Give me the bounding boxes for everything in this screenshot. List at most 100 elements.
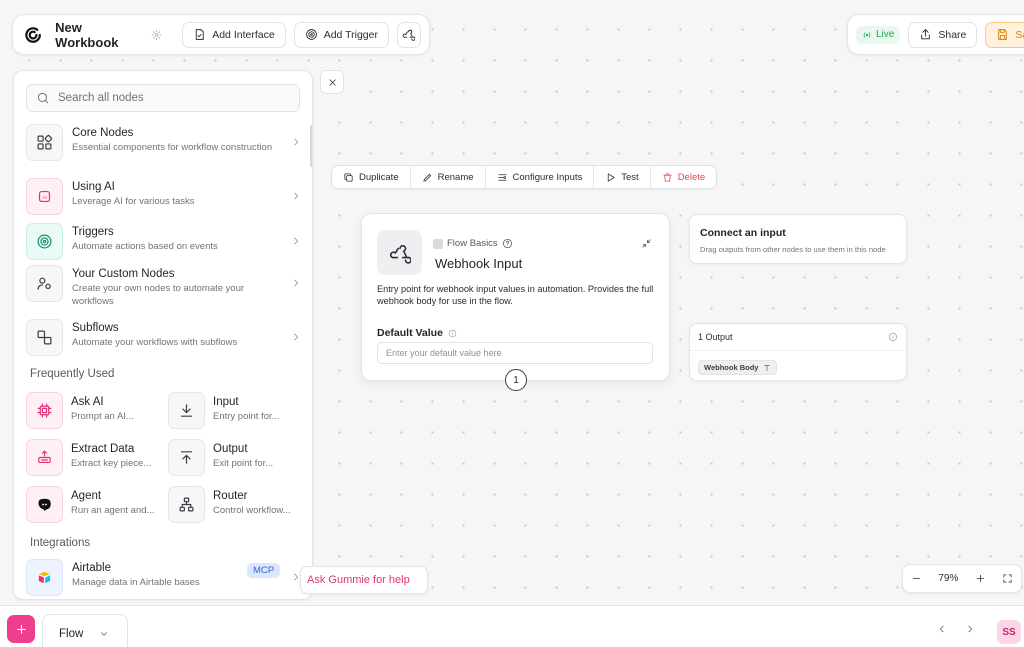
webhook-button[interactable] bbox=[396, 21, 421, 48]
node-toolbar: Duplicate Rename Configure Inputs Test D… bbox=[331, 165, 718, 189]
user-nodes-icon bbox=[26, 265, 63, 302]
live-signal-icon bbox=[863, 32, 871, 37]
node-agent[interactable]: Agent Run an agent and... bbox=[26, 486, 161, 523]
add-tab-button[interactable] bbox=[7, 615, 35, 643]
configure-inputs-label: Configure Inputs bbox=[512, 171, 583, 183]
delete-label: Delete bbox=[677, 171, 706, 183]
ask-gummie-button[interactable]: Ask Gummie for help bbox=[300, 566, 428, 594]
chevron-down-icon[interactable] bbox=[99, 629, 109, 639]
connect-input-card[interactable]: Connect an input Drag outputs from other… bbox=[689, 214, 907, 264]
fullscreen-icon[interactable] bbox=[1002, 573, 1013, 584]
workbook-header: New Workbook Add Interface Add Trigger bbox=[12, 14, 430, 55]
agent-icon bbox=[26, 486, 63, 523]
webhook-input-node[interactable]: Flow Basics Webhook Input Entry point fo… bbox=[361, 213, 670, 381]
add-trigger-button[interactable]: Add Trigger bbox=[293, 21, 389, 48]
category-triggers[interactable]: Triggers Automate actions based on events bbox=[26, 223, 301, 260]
test-button[interactable]: Test bbox=[594, 166, 651, 188]
node-output[interactable]: Output Exit point for... bbox=[168, 439, 303, 476]
live-label: Live bbox=[876, 29, 895, 40]
field-label: Default Value bbox=[377, 327, 443, 339]
panel-scrollbar[interactable] bbox=[310, 125, 312, 167]
delete-button[interactable]: Delete bbox=[651, 166, 716, 188]
outputs-header: 1 Output bbox=[690, 324, 906, 351]
node-router[interactable]: Router Control workflow... bbox=[168, 486, 303, 523]
category-name: Triggers bbox=[72, 226, 114, 238]
rename-button[interactable]: Rename bbox=[411, 166, 486, 188]
node-name: Agent bbox=[71, 490, 102, 502]
add-interface-button[interactable]: Add Interface bbox=[182, 21, 286, 48]
node-name: Ask AI bbox=[71, 396, 104, 408]
node-desc: Run an agent and... bbox=[71, 505, 155, 516]
outputs-title: 1 Output bbox=[698, 332, 733, 342]
test-label: Test bbox=[621, 171, 639, 183]
workbook-title[interactable]: New Workbook bbox=[55, 20, 143, 50]
chevron-right-icon bbox=[294, 138, 299, 146]
node-desc: Control workflow... bbox=[213, 505, 291, 516]
fingerprint-icon bbox=[305, 29, 317, 40]
add-interface-label: Add Interface bbox=[212, 28, 275, 41]
chevron-right-icon[interactable] bbox=[965, 624, 975, 634]
integration-desc: Manage data in Airtable bases bbox=[72, 577, 200, 588]
output-chip[interactable]: Webhook Body bbox=[698, 360, 778, 375]
zoom-in-icon[interactable] bbox=[975, 573, 986, 584]
node-name: Router bbox=[213, 490, 248, 502]
connect-title: Connect an input bbox=[700, 227, 786, 239]
extract-icon bbox=[26, 439, 63, 476]
save-button[interactable]: Save bbox=[985, 21, 1024, 48]
live-badge[interactable]: Live bbox=[856, 25, 901, 44]
node-category: Flow Basics bbox=[433, 238, 513, 249]
category-name: Core Nodes bbox=[72, 127, 134, 139]
info-icon[interactable] bbox=[888, 332, 898, 342]
collapse-icon[interactable] bbox=[641, 238, 652, 249]
add-trigger-label: Add Trigger bbox=[323, 28, 378, 41]
node-library-panel: Core Nodes Essential components for workf… bbox=[13, 70, 313, 600]
category-name: Your Custom Nodes bbox=[72, 268, 175, 280]
frequently-used-heading: Frequently Used bbox=[30, 368, 115, 380]
duplicate-button[interactable]: Duplicate bbox=[332, 166, 411, 188]
category-icon bbox=[433, 238, 443, 249]
default-value-input[interactable] bbox=[377, 342, 653, 364]
download-icon bbox=[168, 392, 205, 429]
node-name: Extract Data bbox=[71, 443, 135, 455]
node-desc: Extract key piece... bbox=[71, 458, 152, 469]
node-ask-ai[interactable]: Ask AI Prompt an AI... bbox=[26, 392, 161, 429]
node-name: Output bbox=[213, 443, 248, 455]
configure-inputs-button[interactable]: Configure Inputs bbox=[486, 166, 595, 188]
subflow-icon bbox=[26, 319, 63, 356]
node-category-label: Flow Basics bbox=[447, 238, 498, 249]
chevron-right-icon bbox=[294, 192, 299, 200]
rename-label: Rename bbox=[437, 171, 474, 183]
node-desc: Exit point for... bbox=[213, 458, 274, 469]
share-icon bbox=[921, 29, 931, 40]
zoom-level: 79% bbox=[938, 573, 959, 584]
category-desc: Essential components for workflow constr… bbox=[72, 142, 273, 153]
webhook-icon bbox=[377, 230, 422, 275]
category-desc: Leverage AI for various tasks bbox=[72, 196, 195, 207]
category-subflows[interactable]: Subflows Automate your workflows with sub… bbox=[26, 319, 301, 356]
share-button[interactable]: Share bbox=[908, 21, 978, 48]
category-using-ai[interactable]: AI Using AI Leverage AI for various tasks bbox=[26, 178, 301, 215]
zoom-out-icon[interactable] bbox=[911, 573, 922, 584]
node-input[interactable]: Input Entry point for... bbox=[168, 392, 303, 429]
play-icon bbox=[608, 172, 615, 182]
chevron-left-icon[interactable] bbox=[937, 624, 947, 634]
close-panel-button[interactable] bbox=[320, 70, 344, 94]
avatar[interactable]: SS bbox=[997, 620, 1021, 644]
output-port[interactable]: 1 bbox=[505, 369, 527, 391]
node-extract-data[interactable]: Extract Data Extract key piece... bbox=[26, 439, 161, 476]
search-input[interactable] bbox=[58, 92, 278, 104]
trash-icon bbox=[663, 172, 672, 182]
info-icon[interactable] bbox=[448, 329, 457, 338]
output-chip-label: Webhook Body bbox=[704, 363, 759, 372]
app-logo-icon[interactable] bbox=[23, 24, 43, 46]
help-icon[interactable] bbox=[502, 238, 513, 249]
tab-flow[interactable]: Flow bbox=[42, 614, 128, 647]
settings-icon[interactable] bbox=[151, 29, 162, 41]
category-core-nodes[interactable]: Core Nodes Essential components for workf… bbox=[26, 124, 301, 161]
plus-icon bbox=[16, 624, 26, 634]
text-type-icon bbox=[764, 364, 771, 371]
search-box[interactable] bbox=[26, 84, 300, 112]
node-title[interactable]: Webhook Input bbox=[435, 256, 522, 271]
chevron-right-icon bbox=[294, 279, 299, 287]
category-custom-nodes[interactable]: Your Custom Nodes Create your own nodes t… bbox=[26, 265, 301, 308]
